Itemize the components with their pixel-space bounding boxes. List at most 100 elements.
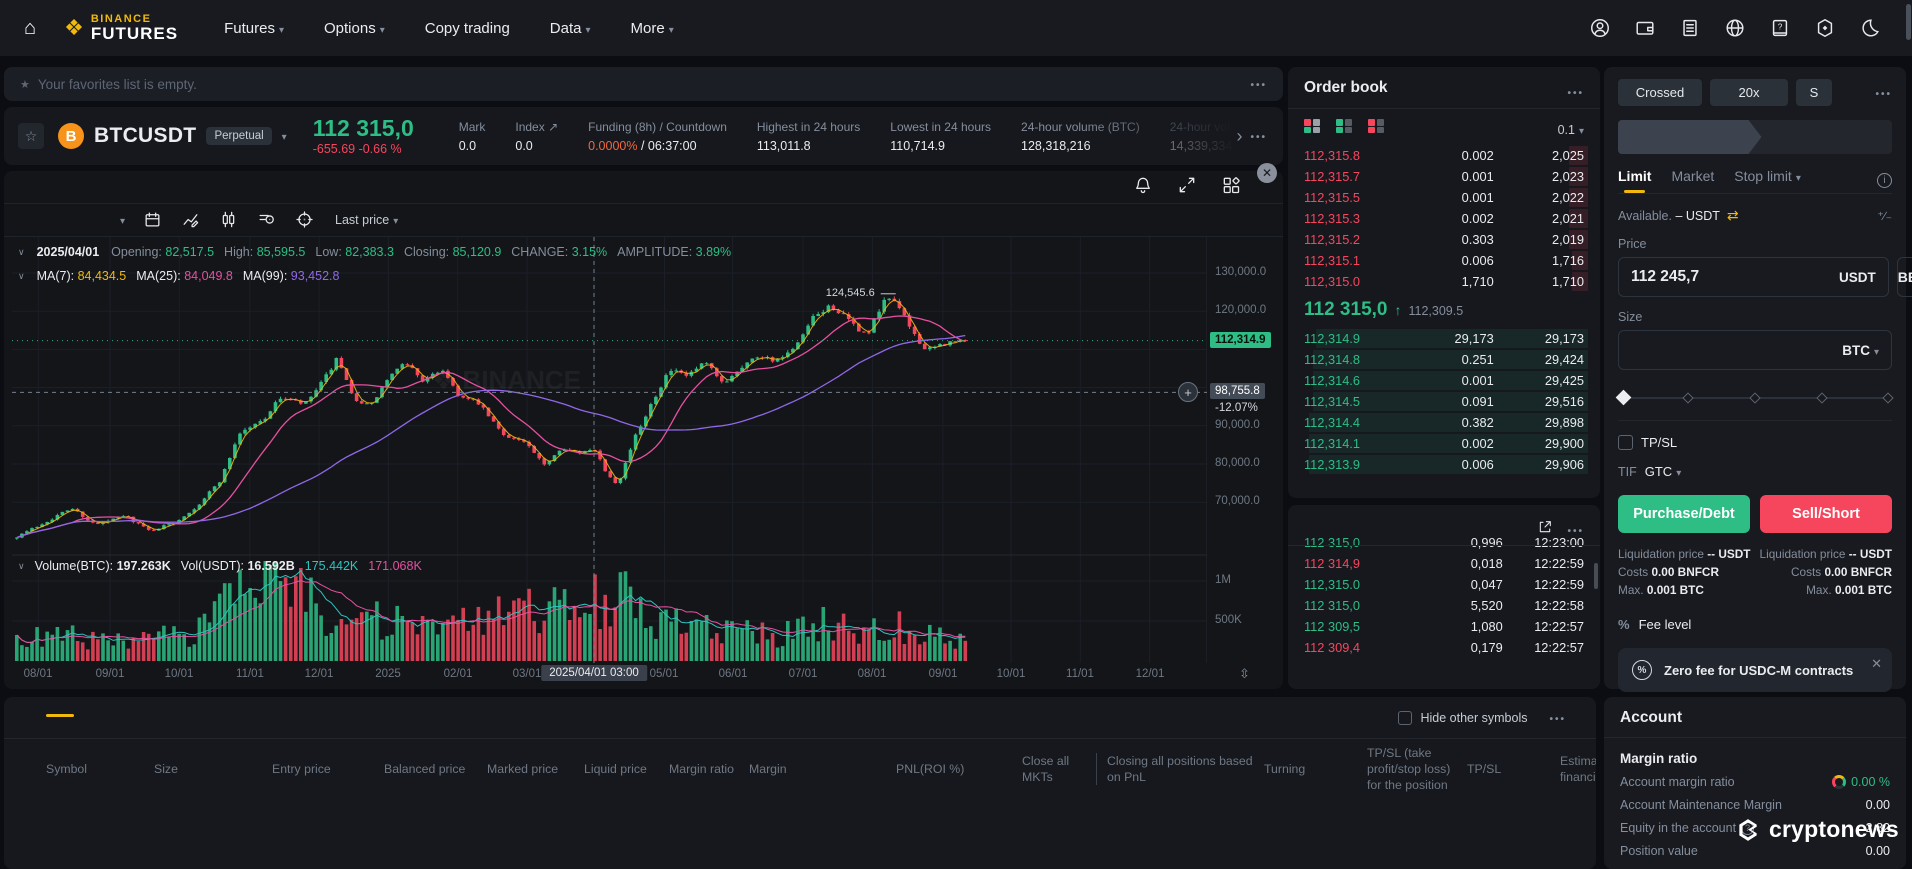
wallet-icon[interactable] bbox=[1633, 16, 1657, 40]
precision-selector[interactable]: 0.1 bbox=[1558, 123, 1584, 137]
sell-button[interactable]: Sell/Short bbox=[1760, 495, 1892, 533]
guide-icon[interactable]: ? bbox=[1768, 16, 1792, 40]
hide-other-symbols-checkbox[interactable] bbox=[1398, 711, 1412, 725]
display-settings-icon[interactable] bbox=[257, 210, 277, 230]
banner-close-icon[interactable]: ✕ bbox=[1871, 656, 1882, 672]
bid-row[interactable]: 112,313.90.00629,906 bbox=[1304, 454, 1584, 475]
info-icon[interactable]: i bbox=[1877, 173, 1892, 188]
bid-row[interactable]: 112,314.929,17329,173 bbox=[1304, 328, 1584, 349]
bid-row[interactable]: 112,314.40.38229,898 bbox=[1304, 412, 1584, 433]
collapse-icon[interactable]: ∨ bbox=[18, 247, 25, 258]
stats-scroll-right-icon[interactable]: › bbox=[1236, 126, 1242, 147]
nav-menu-item[interactable]: Futures bbox=[224, 20, 284, 37]
ask-row[interactable]: 112,315.70.0012,023 bbox=[1304, 166, 1584, 187]
leverage-button[interactable]: 20x bbox=[1710, 79, 1788, 106]
bid-row[interactable]: 112,314.50.09129,516 bbox=[1304, 391, 1584, 412]
candle-style-icon[interactable] bbox=[219, 210, 239, 230]
slider-handle[interactable] bbox=[1616, 390, 1632, 406]
zero-fee-banner[interactable]: % Zero fee for USDC-M contracts ✕ bbox=[1618, 648, 1892, 692]
calculator-icon[interactable]: ⁺∕₋ bbox=[1877, 209, 1892, 223]
target-icon[interactable] bbox=[295, 210, 315, 230]
page-scrollbar[interactable] bbox=[1906, 4, 1911, 40]
home-icon[interactable]: ⌂ bbox=[24, 17, 36, 40]
ask-row[interactable]: 112,315.01,7101,710 bbox=[1304, 271, 1584, 292]
ask-row[interactable]: 112,315.30.0022,021 bbox=[1304, 208, 1584, 229]
slider-stop[interactable] bbox=[1749, 392, 1760, 403]
price-axis[interactable]: 130,000.0120,000.090,000.080,000.070,000… bbox=[1207, 237, 1283, 665]
order-type-tab[interactable]: Limit bbox=[1618, 168, 1651, 193]
ticker-more-icon[interactable] bbox=[1250, 127, 1267, 145]
nav-menu-item[interactable]: More bbox=[631, 20, 674, 37]
symbol-name[interactable]: BTCUSDT bbox=[94, 124, 196, 148]
tpsl-checkbox[interactable] bbox=[1618, 435, 1633, 450]
size-unit-selector[interactable]: BTC bbox=[1842, 343, 1879, 358]
mode-s-button[interactable]: S bbox=[1796, 79, 1832, 106]
pop-out-icon[interactable] bbox=[1537, 519, 1553, 540]
scroll-to-latest-icon[interactable]: ⇳ bbox=[1239, 666, 1250, 682]
globe-icon[interactable] bbox=[1723, 16, 1747, 40]
order-type-tab[interactable]: Market bbox=[1671, 168, 1714, 193]
deals-more-icon[interactable] bbox=[1567, 521, 1584, 539]
margin-mode-button[interactable]: Crossed bbox=[1618, 79, 1702, 106]
collapse-icon[interactable]: ∨ bbox=[18, 271, 25, 282]
binance-futures-logo[interactable]: ❖ BINANCE FUTURES bbox=[64, 14, 178, 42]
tif-label: TIF bbox=[1618, 465, 1637, 479]
price-mode-selector[interactable]: Last price bbox=[335, 213, 398, 227]
collapse-icon[interactable]: ∨ bbox=[18, 561, 25, 572]
time-axis[interactable]: 08/0109/0110/0111/0112/01202502/0103/012… bbox=[12, 668, 1207, 688]
positions-more-icon[interactable] bbox=[1549, 709, 1566, 727]
orderbook-mode-asks-icon[interactable] bbox=[1368, 119, 1384, 133]
interval-dropdown-icon[interactable] bbox=[116, 211, 125, 229]
position-side-tab[interactable] bbox=[1618, 120, 1762, 154]
chart-edit-icon[interactable] bbox=[181, 210, 201, 230]
slider-stop[interactable] bbox=[1882, 392, 1893, 403]
ask-row[interactable]: 112,315.10.0061,716 bbox=[1304, 250, 1584, 271]
deals-rows: 112 315,00,99612:23:00112 314,90,01812:2… bbox=[1304, 532, 1584, 658]
ask-row[interactable]: 112,315.20.3032,019 bbox=[1304, 229, 1584, 250]
ask-row[interactable]: 112,315.50.0012,022 bbox=[1304, 187, 1584, 208]
expand-icon[interactable] bbox=[1177, 175, 1199, 197]
bid-row[interactable]: 112,314.80.25129,424 bbox=[1304, 349, 1584, 370]
deal-row[interactable]: 112 314,90,01812:22:59 bbox=[1304, 553, 1584, 574]
slider-stop[interactable] bbox=[1682, 392, 1693, 403]
moon-icon[interactable] bbox=[1858, 16, 1882, 40]
swap-icon[interactable]: ⇄ bbox=[1727, 207, 1739, 224]
fee-level-label[interactable]: Fee level bbox=[1639, 617, 1692, 632]
slider-stop[interactable] bbox=[1816, 392, 1827, 403]
size-input[interactable] bbox=[1631, 341, 1842, 359]
profile-icon[interactable] bbox=[1588, 16, 1612, 40]
tif-selector[interactable]: GTC bbox=[1645, 464, 1681, 479]
orders-icon[interactable] bbox=[1678, 16, 1702, 40]
alert-bell-icon[interactable] bbox=[1133, 175, 1155, 197]
buy-button[interactable]: Purchase/Debt bbox=[1618, 495, 1750, 533]
trade-more-icon[interactable] bbox=[1875, 84, 1892, 102]
orderbook-more-icon[interactable] bbox=[1567, 83, 1584, 101]
ask-row[interactable]: 112,315.80.0022,025 bbox=[1304, 145, 1584, 166]
deals-scrollbar[interactable] bbox=[1594, 563, 1598, 589]
orderbook-mid-price[interactable]: 112 315,0 ↑ 112,309.5 bbox=[1304, 292, 1584, 328]
orderbook-mode-both-icon[interactable] bbox=[1304, 119, 1320, 133]
bbo-button[interactable]: BBO bbox=[1897, 257, 1912, 297]
nav-menu-item[interactable]: Copy trading bbox=[425, 20, 510, 37]
bid-row[interactable]: 112,314.10.00229,900 bbox=[1304, 433, 1584, 454]
calendar-icon[interactable] bbox=[143, 210, 163, 230]
nav-menu-item[interactable]: Options bbox=[324, 20, 385, 37]
price-input[interactable] bbox=[1631, 268, 1839, 286]
size-slider[interactable] bbox=[1618, 392, 1892, 404]
bid-row[interactable]: 112,314.60.00129,425 bbox=[1304, 370, 1584, 391]
deal-row[interactable]: 112 315,05,52012:22:58 bbox=[1304, 595, 1584, 616]
price-chart-canvas[interactable]: ❖ BINANCE bbox=[12, 237, 1207, 665]
deal-row[interactable]: 112 309,51,08012:22:57 bbox=[1304, 616, 1584, 637]
layout-modules-icon[interactable] bbox=[1221, 175, 1243, 197]
deal-row[interactable]: 112,315.00,04712:22:59 bbox=[1304, 574, 1584, 595]
deal-row[interactable]: 112 309,40,17912:22:57 bbox=[1304, 637, 1584, 658]
close-chart-icon[interactable]: ✕ bbox=[1257, 163, 1277, 183]
rewards-icon[interactable] bbox=[1813, 16, 1837, 40]
favorite-star-button[interactable]: ☆ bbox=[18, 123, 44, 149]
nav-menu-item[interactable]: Data bbox=[550, 20, 591, 37]
favorites-more-icon[interactable] bbox=[1250, 75, 1267, 93]
position-side-tab[interactable] bbox=[1749, 120, 1893, 154]
order-type-tab[interactable]: Stop limit bbox=[1734, 168, 1801, 193]
symbol-dropdown-icon[interactable] bbox=[278, 127, 287, 145]
orderbook-mode-bids-icon[interactable] bbox=[1336, 119, 1352, 133]
